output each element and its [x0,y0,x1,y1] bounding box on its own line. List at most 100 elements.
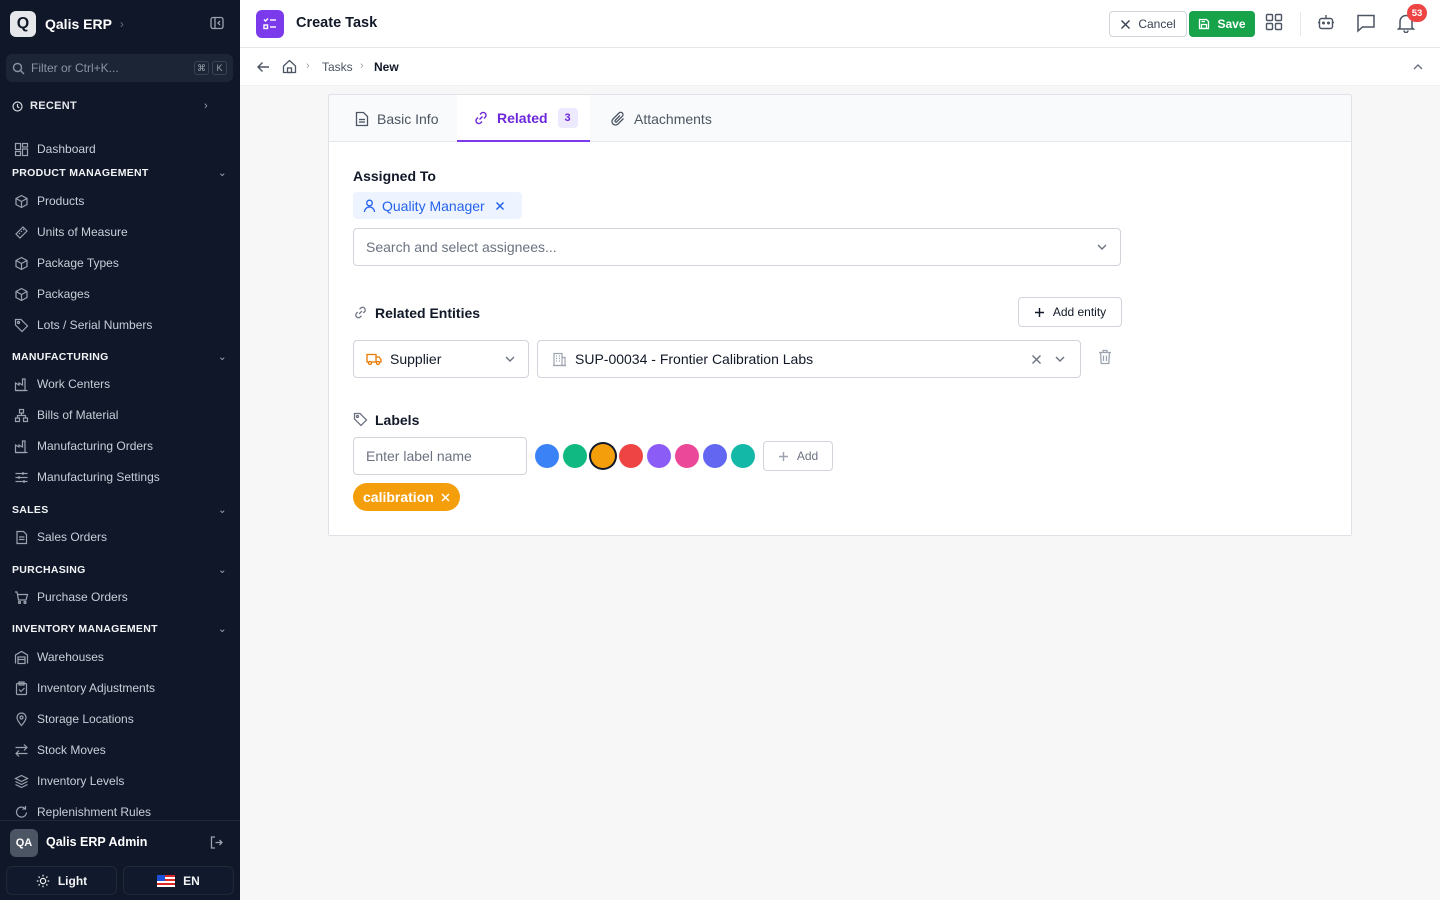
brand[interactable]: Q Qalis ERP › [10,10,124,38]
remove-label-icon[interactable] [441,492,450,502]
notification-badge: 53 [1407,4,1427,22]
add-label-button[interactable]: Add [763,441,833,471]
search-icon [12,62,25,75]
section-product-management[interactable]: PRODUCT MANAGEMENT ⌄ [12,165,227,181]
warehouse-icon [14,650,29,664]
chevron-down-icon: ⌄ [217,564,227,576]
chevron-down-icon: ⌄ [217,504,227,516]
clear-icon[interactable] [1031,354,1042,365]
logout-icon[interactable] [209,835,224,850]
add-entity-button[interactable]: Add entity [1018,297,1122,327]
label-chip: calibration [353,483,460,511]
chevron-down-icon: ⌄ [217,351,227,363]
package-icon [15,287,28,301]
top-bar: Create Task Cancel Save 53 [240,0,1440,48]
task-list-icon [256,10,284,38]
app-name: Qalis ERP [45,16,112,32]
hierarchy-icon [14,408,29,422]
sidebar-item-dashboard[interactable]: Dashboard [14,139,224,159]
sidebar-item-package-types[interactable]: Package Types [14,253,224,273]
section-manufacturing[interactable]: MANUFACTURING ⌄ [12,349,227,365]
tab-basic-info[interactable]: Basic Info [355,95,438,142]
entity-value-select[interactable]: SUP-00034 - Frontier Calibration Labs [537,340,1081,378]
recent-label: RECENT [30,100,78,112]
sidebar-item-packages[interactable]: Packages [14,284,224,304]
shortcut-key-cmd: ⌘ [194,61,209,75]
chevron-down-icon: ⌄ [217,623,227,635]
building-icon [553,352,566,366]
sidebar-item-units-of-measure[interactable]: Units of Measure [14,222,224,242]
save-button[interactable]: Save [1189,11,1255,37]
sidebar-item-stock-moves[interactable]: Stock Moves [14,740,224,760]
link-icon [475,111,487,124]
color-swatch[interactable] [675,444,699,468]
sidebar-collapse-icon[interactable] [210,16,224,30]
cancel-button[interactable]: Cancel [1109,11,1187,37]
color-swatch[interactable] [703,444,727,468]
factory-icon [14,377,28,391]
user-panel: QA Qalis ERP Admin Light EN [0,820,240,900]
sidebar-filter-input[interactable]: Filter or Ctrl+K... ⌘ K [6,54,233,82]
color-swatch[interactable] [619,444,643,468]
label-name-input[interactable]: Enter label name [353,437,527,475]
avatar[interactable]: QA [10,829,38,857]
sidebar-item-replenishment-rules[interactable]: Replenishment Rules [14,802,224,822]
color-swatch[interactable] [731,444,755,468]
remove-assignee-icon[interactable] [495,201,505,211]
sidebar-item-lots-serial-numbers[interactable]: Lots / Serial Numbers [14,315,224,335]
sidebar-item-products[interactable]: Products [14,191,224,211]
sidebar-item-inventory-adjustments[interactable]: Inventory Adjustments [14,678,224,698]
filter-placeholder: Filter or Ctrl+K... [31,61,119,75]
sidebar-item-work-centers[interactable]: Work Centers [14,374,224,394]
assignee-search-select[interactable]: Search and select assignees... [353,228,1121,266]
chevron-down-icon: ⌄ [217,167,227,179]
chevron-down-icon [1097,244,1107,250]
assigned-to-label: Assigned To [353,168,436,184]
dashboard-icon [14,142,29,156]
sidebar-item-sales-orders[interactable]: Sales Orders [14,527,224,547]
chevron-up-icon[interactable] [1412,61,1424,73]
shortcut-key-k: K [212,61,227,75]
chat-icon[interactable] [1356,13,1376,33]
color-swatch[interactable] [591,444,615,468]
tab-related[interactable]: Related 3 [457,95,590,142]
home-icon[interactable] [282,59,297,74]
chevron-down-icon [505,356,515,362]
section-inventory-management[interactable]: INVENTORY MANAGEMENT ⌄ [12,621,227,637]
us-flag-icon [157,874,176,887]
tab-attachments[interactable]: Attachments [611,95,712,142]
close-icon [1121,19,1131,29]
recent-section[interactable]: RECENT › [12,97,208,115]
robot-icon[interactable] [1317,13,1335,31]
language-button[interactable]: EN [123,866,234,895]
task-form-card: Basic Info Related 3 Attachments Assigne… [328,94,1352,536]
document-icon [355,111,369,126]
plus-icon [1034,307,1044,317]
theme-toggle-button[interactable]: Light [6,866,117,895]
entity-type-select[interactable]: Supplier [353,340,529,378]
sidebar-item-manufacturing-orders[interactable]: Manufacturing Orders [14,436,224,456]
section-sales[interactable]: SALES ⌄ [12,502,227,518]
assignee-search-placeholder: Search and select assignees... [366,239,557,255]
back-arrow-icon[interactable] [256,60,270,74]
package-icon [15,256,28,270]
color-swatch[interactable] [647,444,671,468]
arrows-swap-icon [15,743,28,757]
sidebar-item-storage-locations[interactable]: Storage Locations [14,709,224,729]
section-purchasing[interactable]: PURCHASING ⌄ [12,562,227,578]
color-swatch[interactable] [563,444,587,468]
color-swatch[interactable] [535,444,559,468]
trash-icon[interactable] [1098,349,1112,365]
ruler-icon [15,225,28,239]
truck-icon [366,353,382,366]
tab-bar: Basic Info Related 3 Attachments [329,95,1351,142]
chevron-right-icon: › [360,60,364,72]
user-name: Qalis ERP Admin [46,835,148,849]
apps-grid-icon[interactable] [1265,13,1283,31]
sidebar-item-inventory-levels[interactable]: Inventory Levels [14,771,224,791]
sidebar-item-bills-of-material[interactable]: Bills of Material [14,405,224,425]
sidebar-item-purchase-orders[interactable]: Purchase Orders [14,587,224,607]
sidebar-item-warehouses[interactable]: Warehouses [14,647,224,667]
breadcrumb-tasks[interactable]: Tasks [322,60,353,74]
sidebar-item-manufacturing-settings[interactable]: Manufacturing Settings [14,467,224,487]
